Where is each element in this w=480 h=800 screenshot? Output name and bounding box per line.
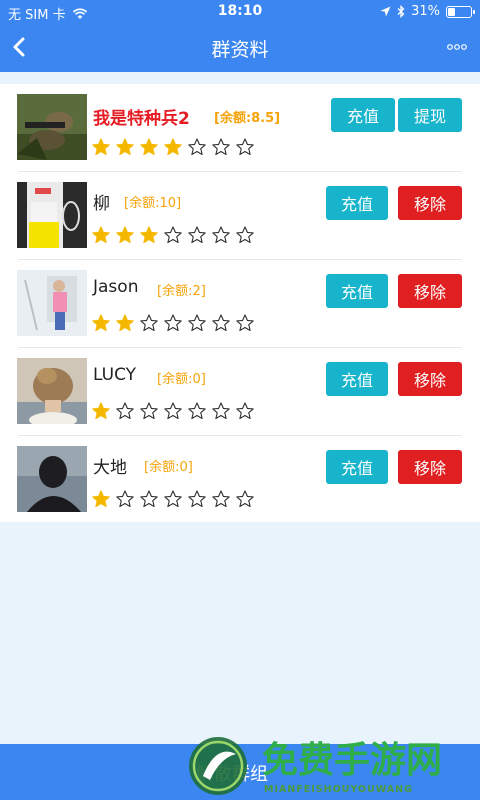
star-empty-icon: [164, 402, 182, 420]
member-balance: [余额:0]: [144, 460, 193, 475]
star-empty-icon: [212, 138, 230, 156]
star-empty-icon: [164, 314, 182, 332]
member-avatar[interactable]: [17, 270, 87, 336]
recharge-button[interactable]: 充值: [326, 274, 388, 308]
nav-bar: 群资料: [0, 24, 480, 72]
member-balance: [余额:8.5]: [214, 111, 281, 126]
withdraw-button[interactable]: 提现: [398, 98, 462, 132]
star-filled-icon: [92, 226, 110, 244]
location-arrow-icon: [380, 6, 391, 17]
rating-stars: [92, 490, 254, 508]
star-empty-icon: [140, 314, 158, 332]
member-row: Jason [余额:2] 充值 移除: [0, 260, 480, 348]
star-empty-icon: [212, 490, 230, 508]
battery-icon: [446, 5, 475, 18]
star-empty-icon: [212, 226, 230, 244]
member-balance: [余额:2]: [157, 284, 206, 299]
star-filled-icon: [92, 490, 110, 508]
star-empty-icon: [212, 402, 230, 420]
bluetooth-icon: [397, 5, 405, 18]
member-name: LUCY: [93, 365, 137, 385]
recharge-button[interactable]: 充值: [326, 186, 388, 220]
recharge-button[interactable]: 充值: [326, 362, 388, 396]
star-empty-icon: [188, 490, 206, 508]
status-bar: 无 SIM 卡 18:10 31%: [0, 0, 480, 24]
star-empty-icon: [236, 138, 254, 156]
member-list: 我是特种兵2 [余额:8.5] 充值 提现 柳 [余额:10] 充值 移除 Ja…: [0, 84, 480, 522]
member-name: Jason: [93, 277, 139, 297]
star-filled-icon: [140, 226, 158, 244]
rating-stars: [92, 226, 254, 244]
star-empty-icon: [236, 402, 254, 420]
star-empty-icon: [116, 490, 134, 508]
member-name: 大地: [93, 458, 127, 478]
star-empty-icon: [236, 226, 254, 244]
star-filled-icon: [140, 138, 158, 156]
remove-button[interactable]: 移除: [398, 274, 462, 308]
star-empty-icon: [164, 490, 182, 508]
rating-stars: [92, 314, 254, 332]
star-empty-icon: [188, 138, 206, 156]
star-filled-icon: [92, 138, 110, 156]
star-empty-icon: [140, 402, 158, 420]
recharge-button[interactable]: 充值: [326, 450, 388, 484]
member-row: 大地 [余额:0] 充值 移除: [0, 436, 480, 524]
member-avatar[interactable]: [17, 94, 87, 160]
star-filled-icon: [92, 402, 110, 420]
svg-text:MIANFEISHOUYOUWANG: MIANFEISHOUYOUWANG: [264, 784, 413, 795]
battery-percent: 31%: [411, 4, 440, 19]
star-filled-icon: [116, 226, 134, 244]
star-empty-icon: [236, 314, 254, 332]
star-empty-icon: [188, 226, 206, 244]
site-watermark-logo: 免费手游网 MIANFEISHOUYOUWANG: [189, 737, 442, 795]
star-empty-icon: [164, 226, 182, 244]
remove-button[interactable]: 移除: [398, 186, 462, 220]
svg-text:免费手游网: 免费手游网: [262, 740, 442, 781]
star-empty-icon: [116, 402, 134, 420]
member-avatar[interactable]: [17, 358, 87, 424]
more-dots-icon[interactable]: [446, 40, 468, 54]
star-empty-icon: [188, 314, 206, 332]
star-filled-icon: [164, 138, 182, 156]
member-avatar[interactable]: [17, 446, 87, 512]
recharge-button[interactable]: 充值: [331, 98, 395, 132]
star-empty-icon: [236, 490, 254, 508]
star-empty-icon: [212, 314, 230, 332]
page-title: 群资料: [211, 39, 269, 61]
member-balance: [余额:10]: [124, 196, 182, 211]
star-filled-icon: [116, 138, 134, 156]
star-empty-icon: [140, 490, 158, 508]
rating-stars: [92, 402, 254, 420]
member-row: LUCY [余额:0] 充值 移除: [0, 348, 480, 436]
member-balance: [余额:0]: [157, 372, 206, 387]
star-empty-icon: [188, 402, 206, 420]
member-row: 我是特种兵2 [余额:8.5] 充值 提现: [0, 84, 480, 172]
member-row: 柳 [余额:10] 充值 移除: [0, 172, 480, 260]
member-name: 柳: [93, 194, 110, 214]
remove-button[interactable]: 移除: [398, 362, 462, 396]
star-filled-icon: [92, 314, 110, 332]
star-filled-icon: [116, 314, 134, 332]
member-name: 我是特种兵2: [93, 109, 190, 129]
rating-stars: [92, 138, 254, 156]
remove-button[interactable]: 移除: [398, 450, 462, 484]
member-avatar[interactable]: [17, 182, 87, 248]
